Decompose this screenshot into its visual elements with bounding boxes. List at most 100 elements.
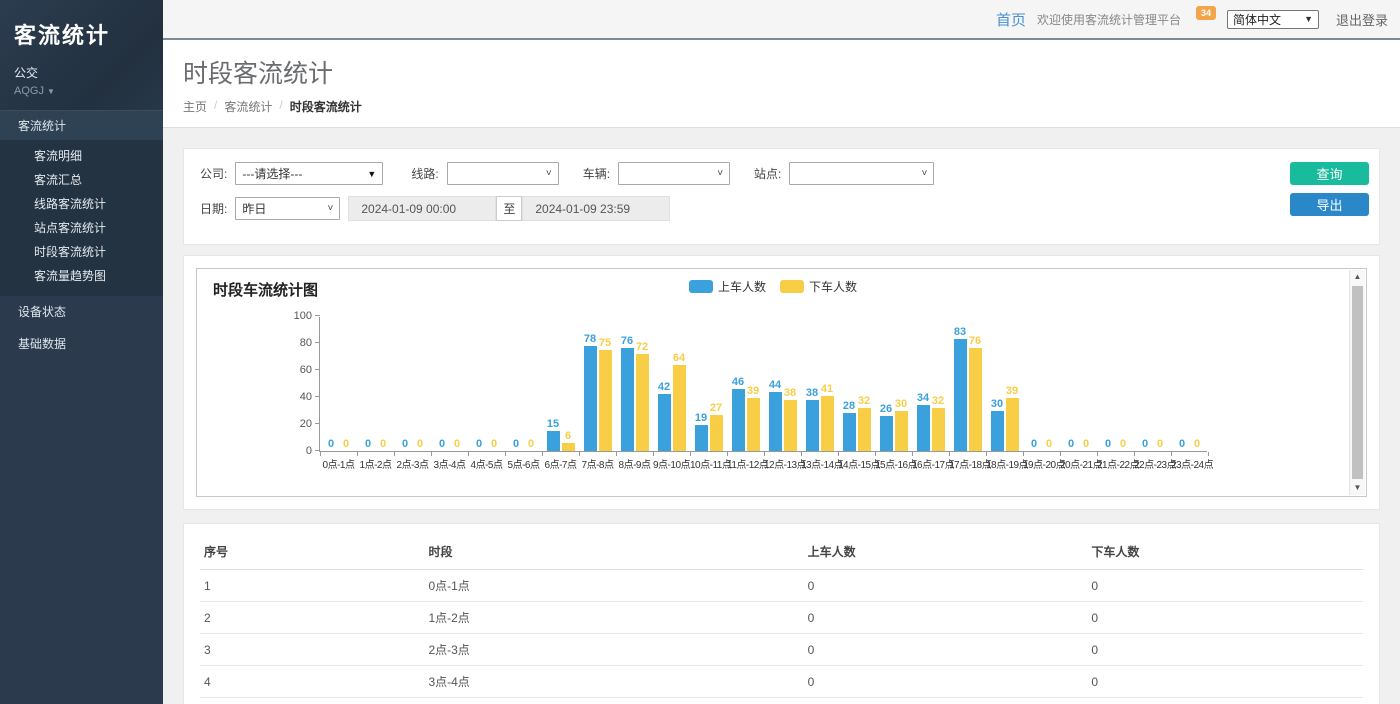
table-body: 10点-1点0021点-2点0032点-3点0043点-4点0054点-5点00…	[200, 570, 1363, 704]
sidebar-subitem-6[interactable]: 客流量趋势图	[0, 264, 163, 288]
bar[interactable]	[991, 411, 1004, 452]
bar-column: 39	[1006, 385, 1019, 451]
bar[interactable]	[599, 350, 612, 451]
y-axis-tick	[315, 315, 320, 316]
sidebar-item-2[interactable]: 基础数据	[0, 328, 163, 360]
x-axis-label: 15点-16点	[875, 456, 912, 471]
bar[interactable]	[784, 400, 797, 451]
bar-value-label: 0	[417, 438, 423, 450]
chart-vertical-scrollbar[interactable]: ▲ ▼	[1349, 270, 1365, 495]
bar[interactable]	[658, 394, 671, 451]
table-cell: 1点-2点	[424, 602, 803, 634]
station-select[interactable]: ˅	[789, 162, 934, 185]
bar-column: 76	[969, 335, 982, 451]
org-code-dropdown[interactable]: AQGJ ▼	[14, 85, 149, 97]
bar-column: 39	[747, 385, 760, 451]
search-button[interactable]: 查询	[1290, 162, 1369, 185]
bar[interactable]	[858, 408, 871, 451]
org-name: 公交	[14, 64, 149, 81]
line-select[interactable]: ˅	[447, 162, 559, 185]
sidebar-section-passenger-stats[interactable]: 客流统计	[0, 110, 163, 140]
bar-column: 28	[843, 400, 856, 451]
date-end-input[interactable]: 2024-01-09 23:59	[522, 196, 670, 221]
bar-value-label: 0	[1142, 438, 1148, 450]
date-range-value: 昨日	[242, 200, 266, 217]
table-row: 54点-5点00	[200, 698, 1363, 704]
bar-group: 7875	[579, 333, 616, 451]
logout-link[interactable]: 退出登录	[1336, 10, 1388, 29]
bar[interactable]	[1006, 398, 1019, 451]
bar[interactable]	[821, 396, 834, 451]
bar-column: 0	[1154, 438, 1167, 451]
vehicle-select[interactable]: ˅	[618, 162, 730, 185]
breadcrumb-item-1[interactable]: 主页	[183, 98, 207, 115]
bar-column: 0	[414, 438, 427, 451]
bar[interactable]	[769, 392, 782, 451]
bar[interactable]	[621, 348, 634, 451]
bar[interactable]	[562, 443, 575, 451]
scrollbar-thumb[interactable]	[1352, 286, 1363, 479]
bar-group: 3841	[801, 383, 838, 451]
bar-group: 00	[357, 438, 394, 451]
bar[interactable]	[843, 413, 856, 451]
bar[interactable]	[895, 411, 908, 452]
bar[interactable]	[673, 365, 686, 451]
breadcrumb-item-2[interactable]: 客流统计	[224, 98, 272, 115]
bar-value-label: 39	[747, 385, 759, 397]
bar[interactable]	[547, 431, 560, 451]
bar[interactable]	[917, 405, 930, 451]
sidebar-subitem-4[interactable]: 站点客流统计	[0, 216, 163, 240]
bar[interactable]	[954, 339, 967, 451]
sidebar-subitem-1[interactable]: 客流明细	[0, 144, 163, 168]
bar[interactable]	[584, 346, 597, 451]
bar-chart: 020406080100000点-1点001点-2点002点-3点003点-4点…	[319, 317, 1207, 452]
sidebar-item-1[interactable]: 设备状态	[0, 296, 163, 328]
bar-value-label: 38	[806, 387, 818, 399]
notification-badge[interactable]: 34	[1196, 6, 1216, 20]
bar-column: 0	[436, 438, 449, 451]
x-axis-label: 17点-18点	[949, 456, 986, 471]
bar-column: 30	[895, 398, 908, 452]
bar[interactable]	[880, 416, 893, 451]
bar[interactable]	[710, 415, 723, 451]
bar-group: 7672	[616, 335, 653, 451]
language-selected-label: 简体中文	[1233, 11, 1281, 28]
scroll-down-icon[interactable]: ▼	[1350, 481, 1365, 495]
date-range-select[interactable]: 昨日 ˅	[235, 197, 340, 220]
legend-item-1[interactable]: 上车人数	[689, 278, 766, 295]
bar-column: 0	[325, 438, 338, 451]
y-axis-label: 60	[280, 364, 312, 376]
x-axis-label: 7点-8点	[579, 456, 616, 471]
scroll-up-icon[interactable]: ▲	[1350, 270, 1365, 284]
chevron-down-icon: ˅	[546, 168, 552, 179]
bar-group: 00	[1171, 438, 1208, 451]
bar[interactable]	[636, 354, 649, 451]
company-select[interactable]: ---请选择--- ▼	[235, 162, 383, 185]
x-axis-label: 21点-22点	[1097, 456, 1134, 471]
bar[interactable]	[932, 408, 945, 451]
bar[interactable]	[695, 425, 708, 451]
chevron-down-icon: ▼	[1304, 14, 1313, 24]
table-cell: 0	[1087, 570, 1363, 602]
sidebar-subitem-5[interactable]: 时段客流统计	[0, 240, 163, 264]
bar[interactable]	[732, 389, 745, 451]
bar-value-label: 75	[599, 337, 611, 349]
legend-item-2[interactable]: 下车人数	[780, 278, 857, 295]
x-axis-label: 11点-12点	[727, 456, 764, 471]
bar-group: 00	[468, 438, 505, 451]
bar[interactable]	[806, 400, 819, 451]
date-start-input[interactable]: 2024-01-09 00:00	[348, 196, 496, 221]
bar-value-label: 0	[1031, 438, 1037, 450]
table-row: 32点-3点00	[200, 634, 1363, 666]
bar[interactable]	[747, 398, 760, 451]
export-button[interactable]: 导出	[1290, 193, 1369, 216]
bar[interactable]	[969, 348, 982, 451]
language-select[interactable]: 简体中文 ▼	[1227, 10, 1319, 29]
chart-legend: 上车人数下车人数	[197, 278, 1349, 295]
y-axis-label: 40	[280, 391, 312, 403]
bar-value-label: 0	[365, 438, 371, 450]
sidebar-subitem-2[interactable]: 客流汇总	[0, 168, 163, 192]
bar-column: 0	[451, 438, 464, 451]
home-link[interactable]: 首页	[996, 9, 1026, 30]
sidebar-subitem-3[interactable]: 线路客流统计	[0, 192, 163, 216]
